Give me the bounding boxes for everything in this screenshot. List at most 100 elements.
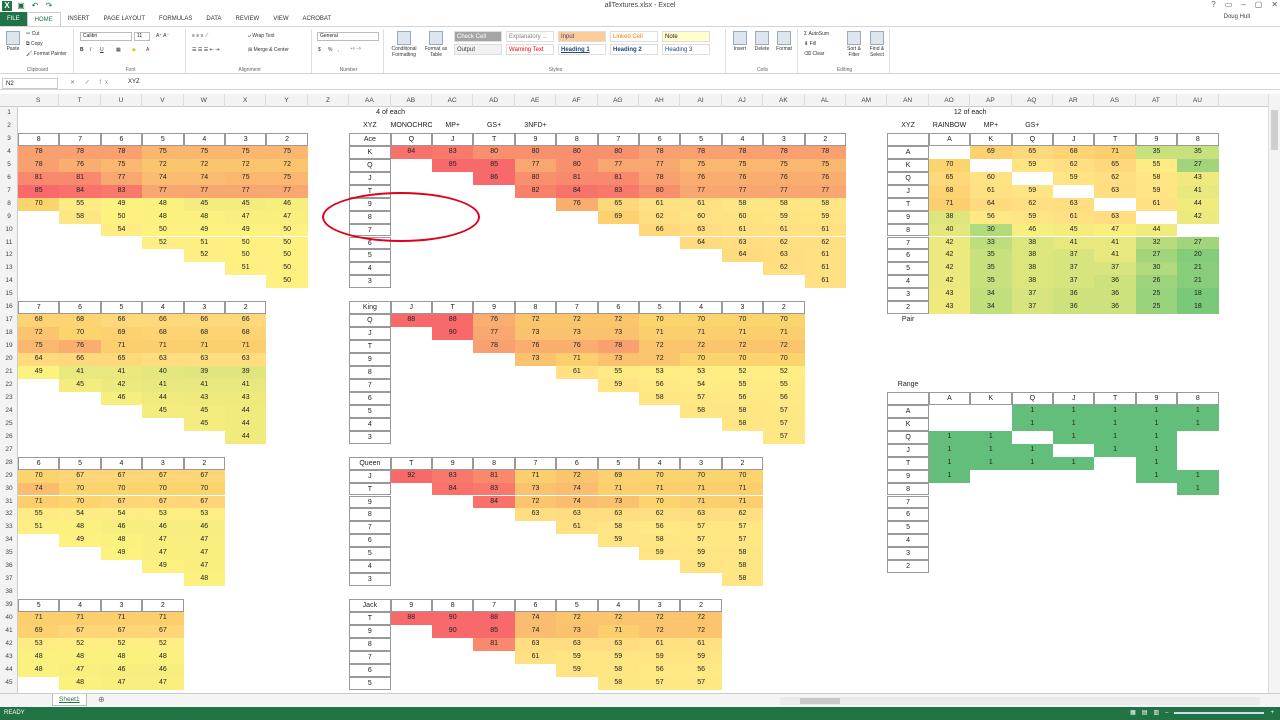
cell[interactable]: 73 (597, 327, 639, 341)
row-header[interactable]: 12 (0, 249, 18, 262)
row-header[interactable]: 11 (0, 237, 18, 250)
bold-button[interactable]: B (80, 47, 84, 53)
cell[interactable]: 48 (183, 573, 225, 587)
cell[interactable]: 73 (514, 482, 557, 496)
cell[interactable]: 77 (721, 184, 764, 198)
header-cell[interactable]: 3 (142, 456, 184, 470)
cell[interactable]: 59 (1011, 184, 1053, 198)
cell[interactable]: 38 (1011, 275, 1053, 289)
cell[interactable]: 42 (100, 378, 143, 392)
cell[interactable]: 58 (721, 197, 764, 211)
cell[interactable]: 48 (100, 534, 143, 548)
cell[interactable]: 53 (183, 508, 225, 522)
cell[interactable]: 53 (680, 366, 722, 379)
cell[interactable]: 58 (680, 404, 722, 418)
header-cell[interactable]: 9 (349, 625, 391, 638)
cell[interactable]: 3NFD+ (515, 120, 556, 133)
cell[interactable]: 46 (1011, 223, 1053, 237)
cell[interactable]: 76 (804, 171, 846, 185)
cell[interactable]: 55 (597, 366, 639, 379)
cell[interactable]: 72 (183, 158, 225, 172)
cell[interactable]: 54 (59, 508, 101, 522)
header-cell[interactable]: 8 (887, 223, 929, 237)
header-cell[interactable]: T (473, 132, 515, 146)
currency-button[interactable]: $ (318, 47, 321, 53)
cell[interactable]: 65 (928, 171, 971, 185)
cell[interactable]: 66 (639, 223, 681, 237)
cell[interactable]: 80 (514, 145, 557, 159)
cell[interactable]: 72 (597, 314, 639, 328)
cell[interactable]: 78 (721, 145, 764, 159)
cell[interactable]: 1 (928, 469, 971, 483)
header-cell[interactable]: T (390, 456, 432, 470)
help-icon[interactable]: ? (1211, 0, 1215, 9)
header-cell[interactable]: J (349, 327, 391, 341)
paste-button[interactable]: Paste (4, 31, 22, 52)
header-cell[interactable]: K (970, 132, 1012, 146)
ribbon-display-icon[interactable]: ▭ (1225, 0, 1233, 9)
cell[interactable]: 38 (1011, 236, 1053, 250)
style-heading-1[interactable]: Heading 1 (558, 44, 606, 55)
cell[interactable]: 21 (1177, 275, 1219, 289)
cell[interactable]: 72 (266, 158, 308, 172)
column-header[interactable]: W (184, 94, 225, 107)
header-cell[interactable]: 2 (225, 301, 267, 315)
cell[interactable]: 37 (1053, 262, 1095, 276)
style-explanatory[interactable]: Explanatory ... (506, 31, 554, 42)
cell[interactable]: 59 (1135, 184, 1178, 198)
header-cell[interactable]: A (928, 391, 971, 405)
cell[interactable]: 1 (1053, 456, 1095, 470)
row-header[interactable]: 36 (0, 560, 18, 573)
header-cell[interactable]: 8 (473, 456, 515, 470)
header-cell[interactable]: 8 (1177, 391, 1219, 405)
cell[interactable]: GS+ (473, 120, 514, 133)
cell[interactable]: 25 (1135, 301, 1178, 315)
header-cell[interactable]: A (887, 145, 929, 159)
cell[interactable]: 77 (183, 184, 225, 198)
cell[interactable]: 61 (639, 197, 681, 211)
cell[interactable]: 36 (1094, 288, 1136, 302)
cell[interactable]: 42 (928, 262, 971, 276)
cell[interactable]: 78 (680, 145, 722, 159)
cell[interactable]: 41 (1094, 249, 1136, 263)
header-cell[interactable]: J (1053, 391, 1095, 405)
cell[interactable]: 63 (556, 637, 598, 651)
header-cell[interactable]: 4 (639, 456, 681, 470)
header-cell[interactable]: 7 (59, 132, 101, 146)
cell[interactable]: 49 (225, 223, 267, 237)
cell[interactable]: 71 (721, 495, 764, 509)
decimal-icon[interactable]: ⁺⁰ ⁻⁰ (350, 47, 361, 53)
cell[interactable]: 70 (680, 469, 722, 483)
cell[interactable]: 61 (763, 223, 805, 237)
cell[interactable]: 48 (59, 521, 101, 535)
cell[interactable]: 70 (721, 314, 764, 328)
row-header[interactable]: 37 (0, 573, 18, 586)
cell[interactable]: 21 (1177, 262, 1219, 276)
cell[interactable]: 68 (142, 327, 184, 341)
cell[interactable]: 68 (928, 184, 971, 198)
column-header[interactable]: Z (308, 94, 350, 107)
cell[interactable]: 58 (597, 663, 639, 677)
cell[interactable]: 61 (556, 521, 598, 535)
cell[interactable]: 62 (1053, 158, 1095, 172)
merge-center-button[interactable]: ⊞ Merge & Center (248, 47, 289, 53)
cell[interactable]: 64 (970, 197, 1012, 211)
cell[interactable]: 75 (142, 145, 184, 159)
sheet-tab[interactable]: Sheet1 (52, 694, 87, 706)
cell[interactable]: 69 (597, 469, 639, 483)
cell[interactable]: 66 (142, 314, 184, 328)
cell[interactable]: 71 (18, 612, 60, 625)
header-cell[interactable]: 9 (514, 132, 557, 146)
cell[interactable]: 61 (804, 275, 846, 289)
header-cell[interactable]: 5 (887, 521, 929, 535)
cell[interactable]: 48 (59, 650, 101, 664)
cell[interactable]: 41 (225, 378, 267, 392)
cell[interactable]: 88 (473, 612, 515, 625)
header-cell[interactable]: 8 (514, 301, 557, 315)
row-header[interactable]: 13 (0, 262, 18, 275)
cell[interactable]: 56 (970, 210, 1012, 224)
cell[interactable]: 61 (514, 650, 557, 664)
font-color-icon[interactable]: A (146, 47, 149, 53)
tab-formulas[interactable]: FORMULAS (152, 12, 199, 26)
header-cell[interactable]: 4 (887, 534, 929, 548)
